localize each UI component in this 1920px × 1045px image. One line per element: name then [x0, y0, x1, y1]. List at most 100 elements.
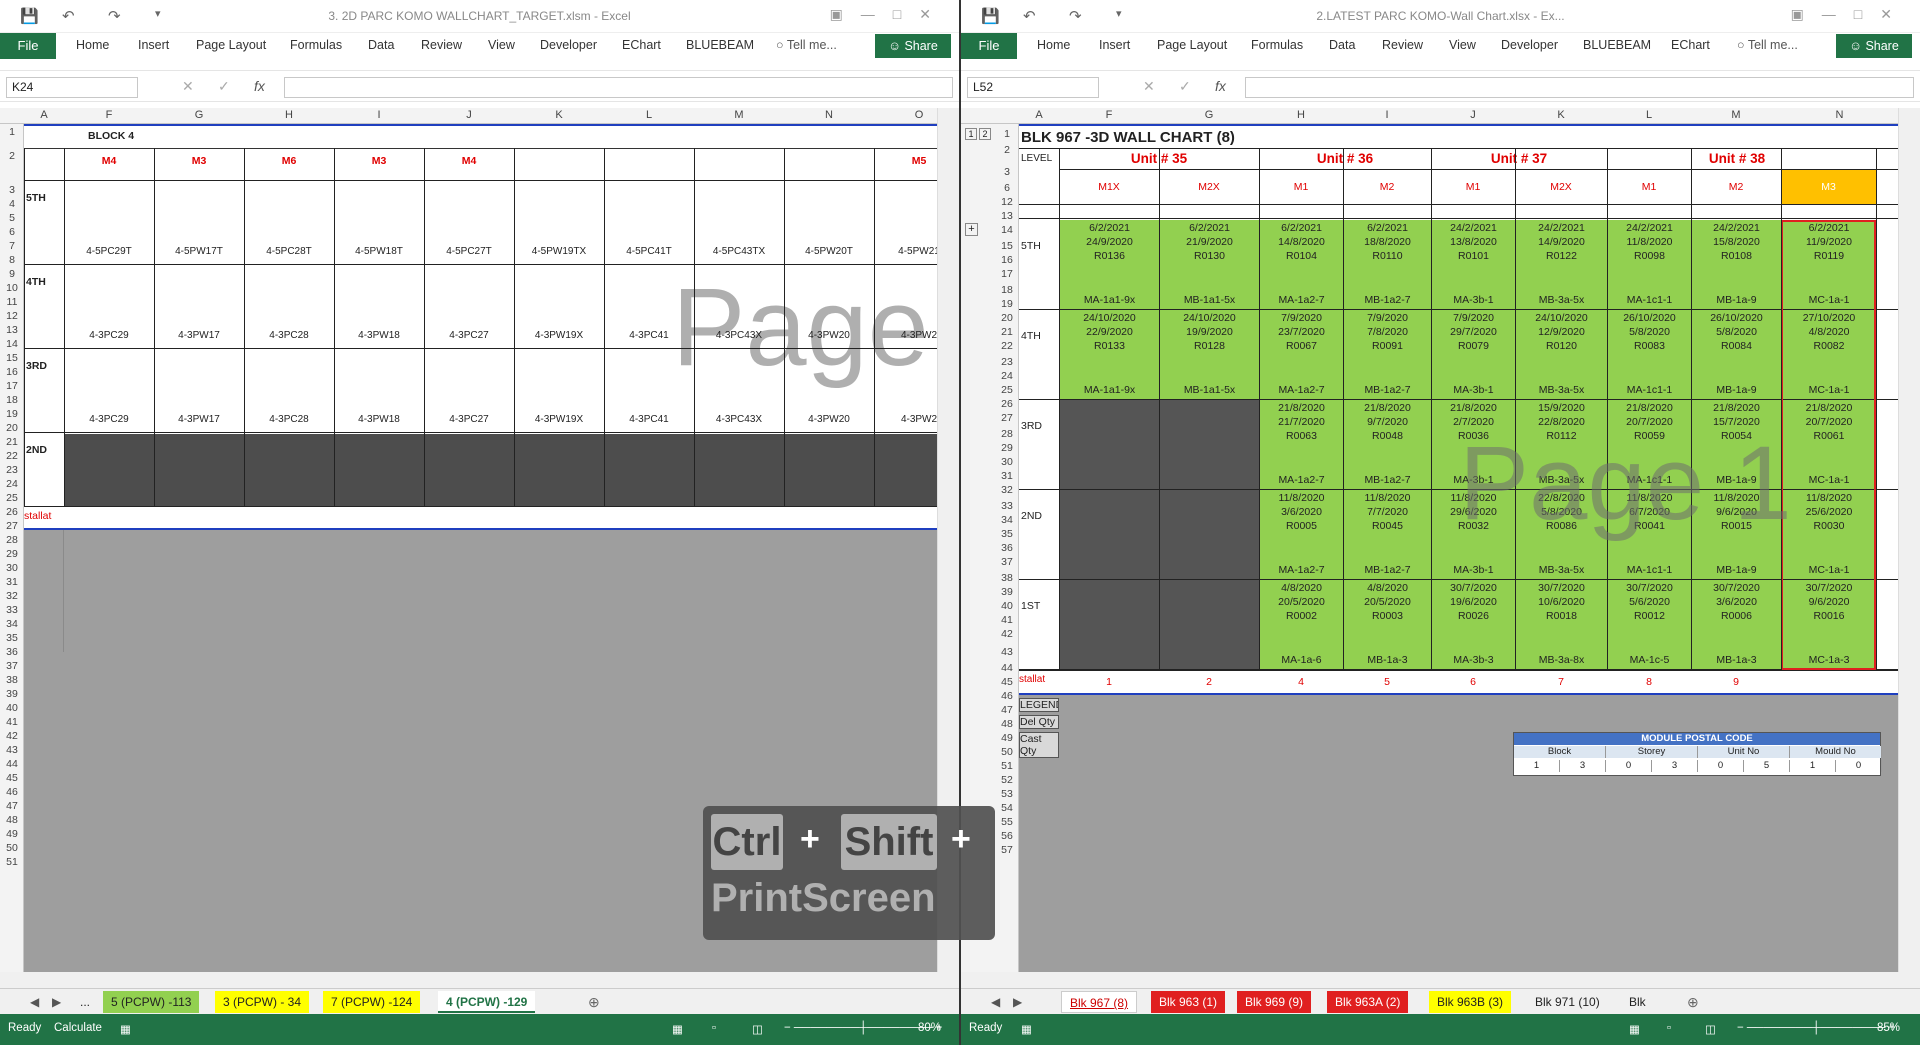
wall-panel-cell[interactable]: 24/10/2020 22/9/2020 R0133 MA-1a1-9x	[1060, 310, 1159, 399]
column-header[interactable]: L	[604, 109, 694, 121]
sheet-tab-5[interactable]: 5 (PCPW) -113	[103, 991, 200, 1013]
row-header[interactable]: 19	[0, 408, 24, 420]
tab-review[interactable]: Review	[1382, 38, 1423, 52]
row-header[interactable]: 17	[995, 268, 1019, 280]
row-header[interactable]: 29	[995, 442, 1019, 454]
tell-me-search[interactable]: ○ Tell me...	[776, 38, 837, 52]
row-header[interactable]: 42	[0, 730, 24, 742]
row-header[interactable]: 27	[995, 412, 1019, 424]
wall-panel-cell[interactable]: 21/8/2020 2/7/2020 R0036 MA-3b-1	[1432, 400, 1515, 489]
row-header[interactable]: 50	[0, 842, 24, 854]
sheet-tab-blk969[interactable]: Blk 969 (9)	[1237, 991, 1312, 1013]
row-header[interactable]: 14	[995, 224, 1019, 236]
row-header[interactable]: 28	[995, 428, 1019, 440]
column-header[interactable]: I	[1343, 109, 1431, 121]
row-header[interactable]: 23	[995, 356, 1019, 368]
row-header[interactable]: 27	[0, 520, 24, 532]
tab-scroll-right-icon[interactable]: ▶	[44, 991, 69, 1013]
column-header[interactable]: I	[334, 109, 424, 121]
wall-panel-cell[interactable]: 7/9/2020 29/7/2020 R0079 MA-3b-1	[1432, 310, 1515, 399]
wall-panel-cell[interactable]: 4/8/2020 20/5/2020 R0003 MB-1a-3	[1344, 580, 1431, 669]
row-header[interactable]: 31	[0, 576, 24, 588]
row-header[interactable]: 43	[0, 744, 24, 756]
wall-panel-cell[interactable]: 24/2/2021 13/8/2020 R0101 MA-3b-1	[1432, 220, 1515, 309]
sheet-area[interactable]: BLK 967 -3D WALL CHART (8) LEVEL Unit # 35…	[1019, 124, 1898, 712]
row-header[interactable]: 31	[995, 470, 1019, 482]
row-header[interactable]: 14	[0, 338, 24, 350]
row-header[interactable]: 2	[995, 144, 1019, 156]
row-header[interactable]: 16	[0, 366, 24, 378]
row-header[interactable]: 54	[995, 802, 1019, 814]
page-layout-view-icon[interactable]: ▫	[712, 1022, 716, 1034]
tab-view[interactable]: View	[1449, 38, 1476, 52]
name-box[interactable]: L52	[967, 77, 1099, 98]
formula-input[interactable]	[284, 77, 953, 98]
tab-data[interactable]: Data	[1329, 38, 1355, 52]
horizontal-scrollbar[interactable]	[961, 972, 1920, 988]
add-sheet-icon[interactable]: ⊕	[580, 991, 608, 1013]
tab-developer[interactable]: Developer	[540, 38, 597, 52]
tab-home[interactable]: Home	[76, 38, 109, 52]
tab-developer[interactable]: Developer	[1501, 38, 1558, 52]
row-header[interactable]: 39	[995, 586, 1019, 598]
row-header[interactable]: 25	[995, 384, 1019, 396]
row-header[interactable]: 36	[0, 646, 24, 658]
row-header[interactable]: 47	[995, 704, 1019, 716]
sheet-tab-blk971[interactable]: Blk 971 (10)	[1527, 991, 1608, 1013]
row-header[interactable]: 21	[995, 326, 1019, 338]
wall-panel-cell[interactable]: 30/7/2020 5/6/2020 R0012 MA-1c-5	[1608, 580, 1691, 669]
formula-input[interactable]	[1245, 77, 1914, 98]
row-header[interactable]: 34	[995, 514, 1019, 526]
row-header[interactable]: 6	[995, 182, 1019, 194]
row-header[interactable]: 47	[0, 800, 24, 812]
sheet-tab-blk963b[interactable]: Blk 963B (3)	[1429, 991, 1512, 1013]
row-header[interactable]: 53	[995, 788, 1019, 800]
row-header[interactable]: 13	[0, 324, 24, 336]
wall-panel-cell[interactable]: 26/10/2020 5/8/2020 R0084 MB-1a-9	[1692, 310, 1781, 399]
row-header[interactable]: 2	[0, 150, 24, 162]
row-header[interactable]: 25	[0, 492, 24, 504]
wall-panel-cell[interactable]: 7/9/2020 7/8/2020 R0091 MB-1a2-7	[1344, 310, 1431, 399]
tab-file[interactable]: File	[0, 33, 56, 59]
row-header[interactable]: 56	[995, 830, 1019, 842]
zoom-level[interactable]: 85%	[1877, 1022, 1900, 1034]
row-header[interactable]: 18	[0, 394, 24, 406]
row-header[interactable]: 43	[995, 646, 1019, 658]
row-header[interactable]: 45	[0, 772, 24, 784]
row-header[interactable]: 5	[0, 212, 24, 224]
window-controls[interactable]: ▣—□✕	[830, 6, 949, 23]
row-header[interactable]: 12	[0, 310, 24, 322]
page-break-view-icon[interactable]: ◫	[752, 1022, 763, 1036]
row-header[interactable]: 50	[995, 746, 1019, 758]
row-header[interactable]: 24	[995, 370, 1019, 382]
column-header[interactable]: N	[784, 109, 874, 121]
column-header[interactable]: H	[1259, 109, 1343, 121]
row-header[interactable]: 24	[0, 478, 24, 490]
row-header[interactable]: 42	[995, 628, 1019, 640]
row-header[interactable]: 12	[995, 196, 1019, 208]
wall-panel-cell[interactable]: 24/2/2021 11/8/2020 R0098 MA-1c1-1	[1608, 220, 1691, 309]
macro-record-icon[interactable]: ▦	[120, 1022, 131, 1036]
row-header[interactable]: 44	[0, 758, 24, 770]
row-header[interactable]: 48	[995, 718, 1019, 730]
row-header[interactable]: 57	[995, 844, 1019, 856]
row-header[interactable]: 1	[995, 128, 1019, 140]
wall-panel-cell[interactable]: 21/8/2020 9/7/2020 R0048 MB-1a2-7	[1344, 400, 1431, 489]
cancel-icon[interactable]: ✕	[1143, 78, 1155, 95]
cancel-icon[interactable]: ✕	[182, 78, 194, 95]
wall-panel-cell[interactable]: 11/8/2020 6/7/2020 R0041 MA-1c1-1	[1608, 490, 1691, 579]
column-header[interactable]: N	[1781, 109, 1898, 121]
row-header[interactable]: 3	[0, 184, 24, 196]
wall-panel-cell[interactable]: 6/2/2021 18/8/2020 R0110 MB-1a2-7	[1344, 220, 1431, 309]
row-header[interactable]: 52	[995, 774, 1019, 786]
outline-level-2-button[interactable]: 2	[979, 128, 991, 140]
wall-panel-cell[interactable]: 11/8/2020 7/7/2020 R0045 MB-1a2-7	[1344, 490, 1431, 579]
row-header[interactable]: 30	[0, 562, 24, 574]
sheet-area[interactable]: Page BLOCK 4 M4 M3 M6 M3 M4 M5 5TH 4-5PC29T 4-5PW…	[24, 124, 937, 652]
row-header[interactable]: 33	[0, 604, 24, 616]
row-header[interactable]: 49	[995, 732, 1019, 744]
tab-bluebeam[interactable]: BLUEBEAM	[686, 38, 754, 52]
sheet-tab-blk967-active[interactable]: Blk 967 (8)	[1061, 991, 1138, 1013]
row-header[interactable]: 37	[995, 556, 1019, 568]
sheet-tab-3[interactable]: 3 (PCPW) - 34	[215, 991, 310, 1013]
